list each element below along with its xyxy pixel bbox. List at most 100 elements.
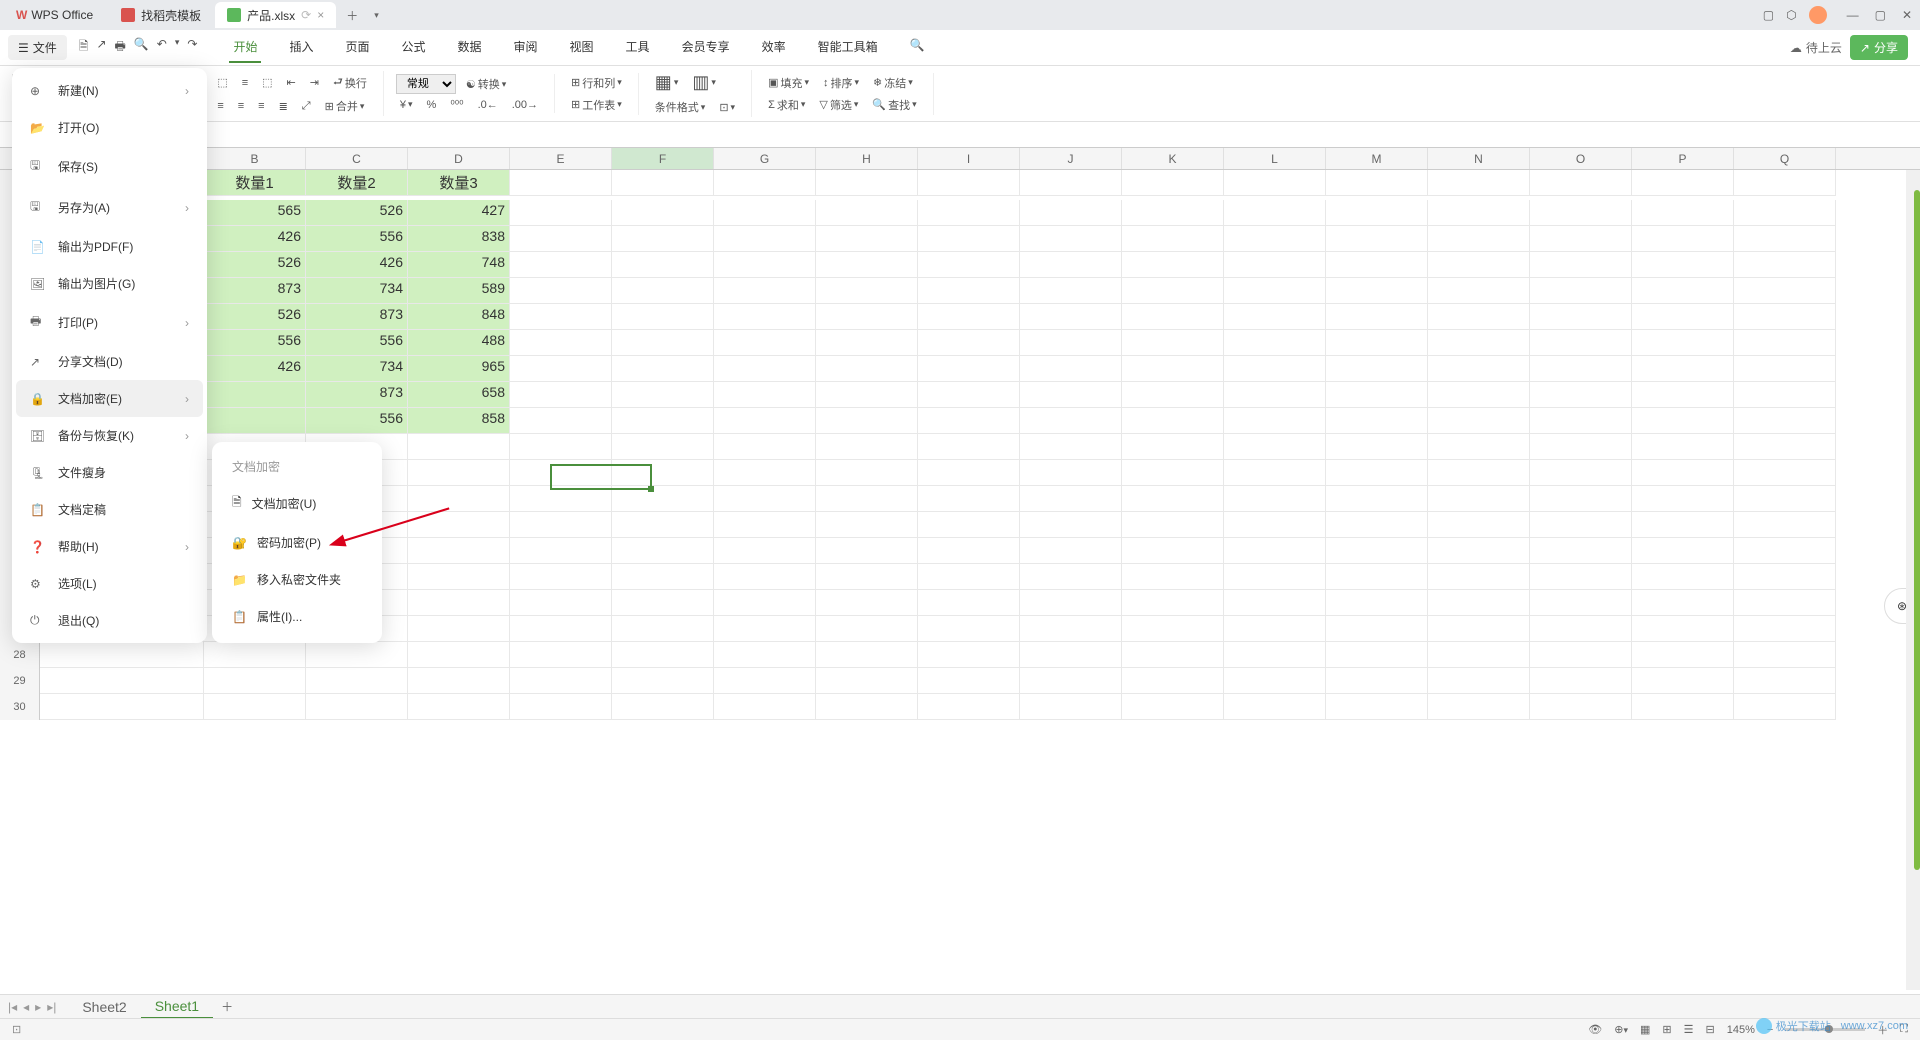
cell[interactable] [1530,408,1632,434]
wrap-button[interactable]: ⮐ 换行 [329,71,371,94]
grid-icon[interactable]: ▦ [1640,1023,1650,1036]
cell[interactable] [1428,460,1530,486]
cond-format-button[interactable]: 条件格式▾ [651,97,710,117]
orientation-icon[interactable]: ⤢ [298,98,315,115]
cell[interactable] [306,694,408,720]
align-center-icon[interactable]: ≡ [234,98,248,114]
view-page-icon[interactable]: ☰ [1684,1023,1694,1036]
cell[interactable] [1326,486,1428,512]
cell[interactable] [1122,356,1224,382]
cell[interactable] [408,512,510,538]
cell[interactable] [1428,252,1530,278]
cell[interactable] [714,200,816,226]
cell[interactable] [1224,590,1326,616]
next-sheet-icon[interactable]: ▸ [35,1000,41,1014]
cell[interactable] [1020,538,1122,564]
cell[interactable]: 556 [204,330,306,356]
cell[interactable] [1734,486,1836,512]
cell[interactable] [816,564,918,590]
cell[interactable] [612,590,714,616]
cell[interactable] [510,564,612,590]
cell[interactable] [714,170,816,196]
cell[interactable] [1020,382,1122,408]
cell[interactable] [1632,356,1734,382]
close-button[interactable]: ✕ [1902,8,1912,22]
sum-button[interactable]: Σ 求和▾ [764,95,809,115]
redo-icon[interactable]: ↷ [187,37,197,58]
cell[interactable] [1326,226,1428,252]
menu-tools[interactable]: 工具 [622,32,654,63]
cell[interactable] [918,408,1020,434]
cell[interactable] [510,408,612,434]
menu-review[interactable]: 审阅 [510,32,542,63]
cell[interactable] [816,434,918,460]
cell[interactable] [1734,252,1836,278]
file-menu-item[interactable]: 🖶打印(P)› [16,302,203,343]
align-left-icon[interactable]: ≡ [213,98,227,114]
cell[interactable] [1734,642,1836,668]
indent-decrease-icon[interactable]: ⇤ [283,74,300,91]
cell[interactable]: 数量1 [204,170,306,196]
cell[interactable] [1530,668,1632,694]
cell[interactable] [918,278,1020,304]
cell[interactable] [1020,278,1122,304]
col-header[interactable]: F [612,148,714,169]
cell[interactable] [1224,642,1326,668]
cell[interactable] [40,668,204,694]
cell[interactable]: 426 [204,356,306,382]
cell[interactable] [510,278,612,304]
cell[interactable] [1530,330,1632,356]
cell[interactable] [1428,356,1530,382]
cell[interactable] [1530,434,1632,460]
cell[interactable] [510,642,612,668]
cell[interactable] [1530,590,1632,616]
cell[interactable] [714,694,816,720]
cell[interactable] [1734,460,1836,486]
cell[interactable] [714,460,816,486]
cell[interactable] [1632,460,1734,486]
cell[interactable] [1530,382,1632,408]
cell[interactable]: 873 [306,382,408,408]
cell[interactable] [816,486,918,512]
cell[interactable] [1632,304,1734,330]
cell[interactable] [612,330,714,356]
cell[interactable] [1224,278,1326,304]
cell[interactable] [1632,278,1734,304]
row-header[interactable]: 28 [0,642,40,668]
cell[interactable] [1020,642,1122,668]
password-encrypt-item[interactable]: 🔐密码加密(P) [220,524,374,561]
cell[interactable] [1020,694,1122,720]
cell[interactable]: 488 [408,330,510,356]
cell[interactable] [918,170,1020,196]
cell[interactable] [1122,200,1224,226]
cell[interactable] [1326,278,1428,304]
maximize-button[interactable]: ▢ [1875,8,1886,22]
cell[interactable] [1122,668,1224,694]
cell[interactable]: 734 [306,278,408,304]
cell[interactable]: 556 [306,226,408,252]
cell[interactable] [1428,668,1530,694]
cell[interactable] [1326,408,1428,434]
cell[interactable] [714,538,816,564]
cell[interactable] [1224,382,1326,408]
cell[interactable] [1326,356,1428,382]
cell[interactable] [1734,616,1836,642]
cell[interactable] [714,512,816,538]
cell-style-icon[interactable]: ▥▾ [688,70,720,95]
fill-button[interactable]: ▣ 填充▾ [764,73,813,93]
cell[interactable] [918,512,1020,538]
cell[interactable] [1224,538,1326,564]
cell[interactable] [1020,356,1122,382]
cell[interactable] [1632,226,1734,252]
cell[interactable] [1122,170,1224,196]
print-icon[interactable]: 🖶 [115,37,126,58]
file-menu-item[interactable]: 🖫另存为(A)› [16,187,203,228]
cell[interactable]: 426 [306,252,408,278]
align-bottom-icon[interactable]: ⬚ [258,74,276,91]
cell[interactable] [816,170,918,196]
cell[interactable] [1428,434,1530,460]
cell[interactable] [816,668,918,694]
increase-decimal-icon[interactable]: .00→ [508,97,542,113]
cell[interactable] [1326,668,1428,694]
row-header[interactable]: 29 [0,668,40,694]
